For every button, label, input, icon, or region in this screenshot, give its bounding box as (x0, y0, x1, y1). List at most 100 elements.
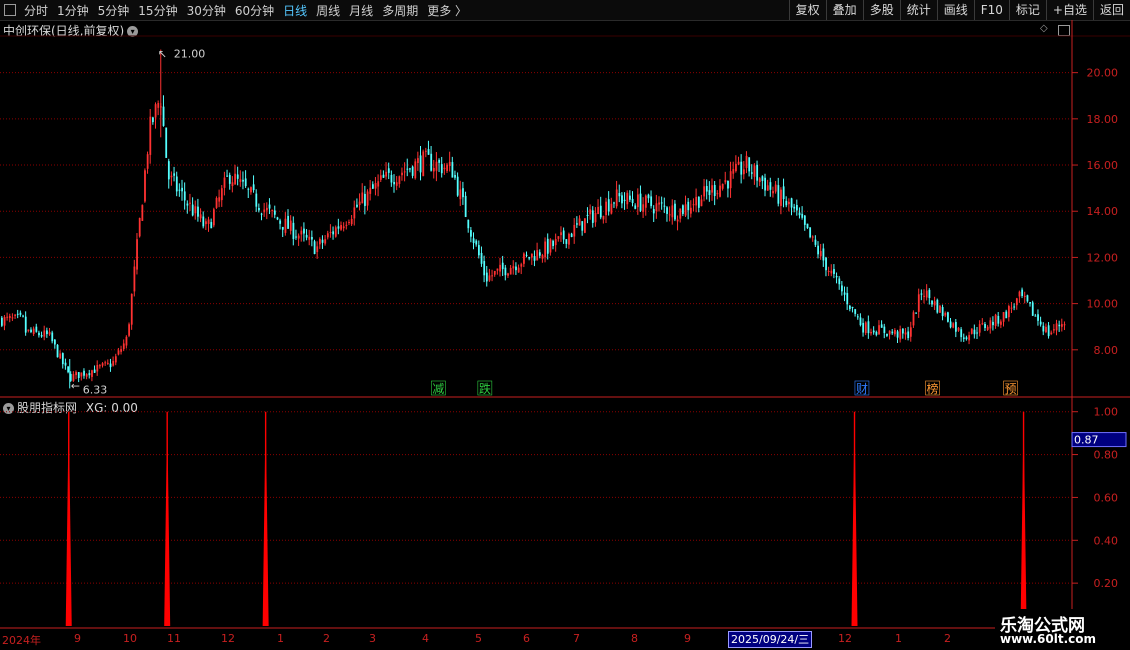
candle-body (260, 213, 263, 215)
event-marker: 财 (856, 382, 868, 396)
candle-body (207, 219, 210, 224)
candle-body (170, 175, 173, 178)
candle-body (827, 270, 830, 272)
candle-body (705, 186, 708, 192)
event-marker: 榜 (927, 381, 939, 396)
candle-body (1000, 321, 1002, 325)
candle-body (319, 238, 321, 245)
x-tick-label: 12 (221, 632, 235, 645)
candle-body (833, 269, 835, 274)
x-tick-label: 1 (895, 632, 902, 645)
x-tick-label: 5 (475, 632, 482, 645)
candle-body (114, 356, 117, 363)
candle-body (870, 331, 872, 334)
candle-body (849, 305, 851, 310)
x-tick-label: 7 (573, 632, 580, 645)
candle-body (398, 176, 401, 184)
candle-body (1037, 314, 1039, 321)
candle-body (697, 196, 700, 208)
event-marker: 预 (1005, 382, 1017, 396)
candle-body (85, 374, 88, 377)
candle-body (1008, 306, 1010, 318)
candle-body (973, 329, 976, 335)
candle-body (872, 330, 875, 333)
candle-body (883, 326, 886, 333)
candle-body (745, 155, 748, 168)
candle-body (729, 171, 732, 189)
candle-body (531, 253, 533, 258)
candle-body (311, 236, 313, 240)
candle-body (507, 273, 509, 276)
candle-body (740, 161, 743, 175)
candle-body (409, 168, 411, 170)
candle-body (61, 353, 64, 365)
candle-body (520, 264, 523, 267)
candle-body (703, 186, 706, 197)
candle-body (854, 309, 857, 314)
candle-body (692, 204, 695, 206)
candle-body (326, 233, 329, 238)
candle-body (255, 193, 258, 207)
candle-body (517, 267, 520, 273)
candle-body (933, 301, 936, 306)
candle-body (239, 179, 242, 182)
candle-body (289, 220, 292, 231)
candle-body (915, 312, 918, 314)
candle-body (618, 193, 621, 197)
candle-body (552, 240, 554, 247)
candle-body (671, 205, 674, 218)
candle-body (629, 195, 631, 200)
candle-body (1058, 324, 1061, 327)
candle-body (276, 217, 279, 220)
candle-body (281, 226, 284, 230)
candle-body (401, 172, 403, 176)
candle-body (406, 168, 409, 170)
candle-body (1039, 321, 1042, 325)
candle-body (1023, 295, 1026, 297)
candle-body (80, 372, 83, 377)
candle-body (475, 240, 478, 245)
candle-body (83, 370, 85, 376)
candle-body (292, 222, 295, 239)
candle-body (931, 300, 933, 305)
candle-body (875, 331, 878, 335)
candle-body (610, 203, 613, 214)
candle-body (210, 222, 213, 229)
watermark: 乐淘公式网 www.60lt.com (995, 609, 1130, 650)
candle-body (120, 349, 123, 352)
candle-body (647, 194, 650, 199)
candle-body (584, 218, 586, 233)
candle-body (851, 306, 854, 308)
candle-body (756, 164, 759, 181)
candle-body (324, 239, 327, 244)
low-price-label: 6.33 (83, 383, 108, 396)
candle-body (40, 335, 43, 337)
candle-body (51, 332, 54, 342)
candle-body (785, 200, 788, 206)
candle-body (880, 324, 883, 328)
candle-body (801, 213, 804, 218)
watermark-url: www.60lt.com (1000, 632, 1097, 646)
candle-body (358, 201, 361, 206)
candle-body (976, 332, 978, 334)
event-marker: 跌 (479, 381, 491, 396)
candle-body (957, 327, 960, 331)
candle-body (496, 268, 499, 271)
candle-body (22, 315, 24, 317)
candle-body (125, 336, 128, 346)
candle-body (122, 343, 125, 350)
candle-body (660, 202, 663, 204)
candle-body (811, 236, 814, 238)
candle-body (902, 328, 904, 334)
candle-body (8, 315, 11, 318)
candle-body (676, 219, 679, 222)
candle-body (774, 184, 777, 192)
candle-body (607, 199, 610, 212)
candle-body (242, 179, 244, 182)
candle-body (165, 127, 168, 158)
candle-body (586, 214, 589, 216)
candle-body (27, 329, 30, 331)
candle-body (843, 292, 846, 295)
candle-body (459, 189, 462, 200)
candle-body (504, 267, 507, 276)
